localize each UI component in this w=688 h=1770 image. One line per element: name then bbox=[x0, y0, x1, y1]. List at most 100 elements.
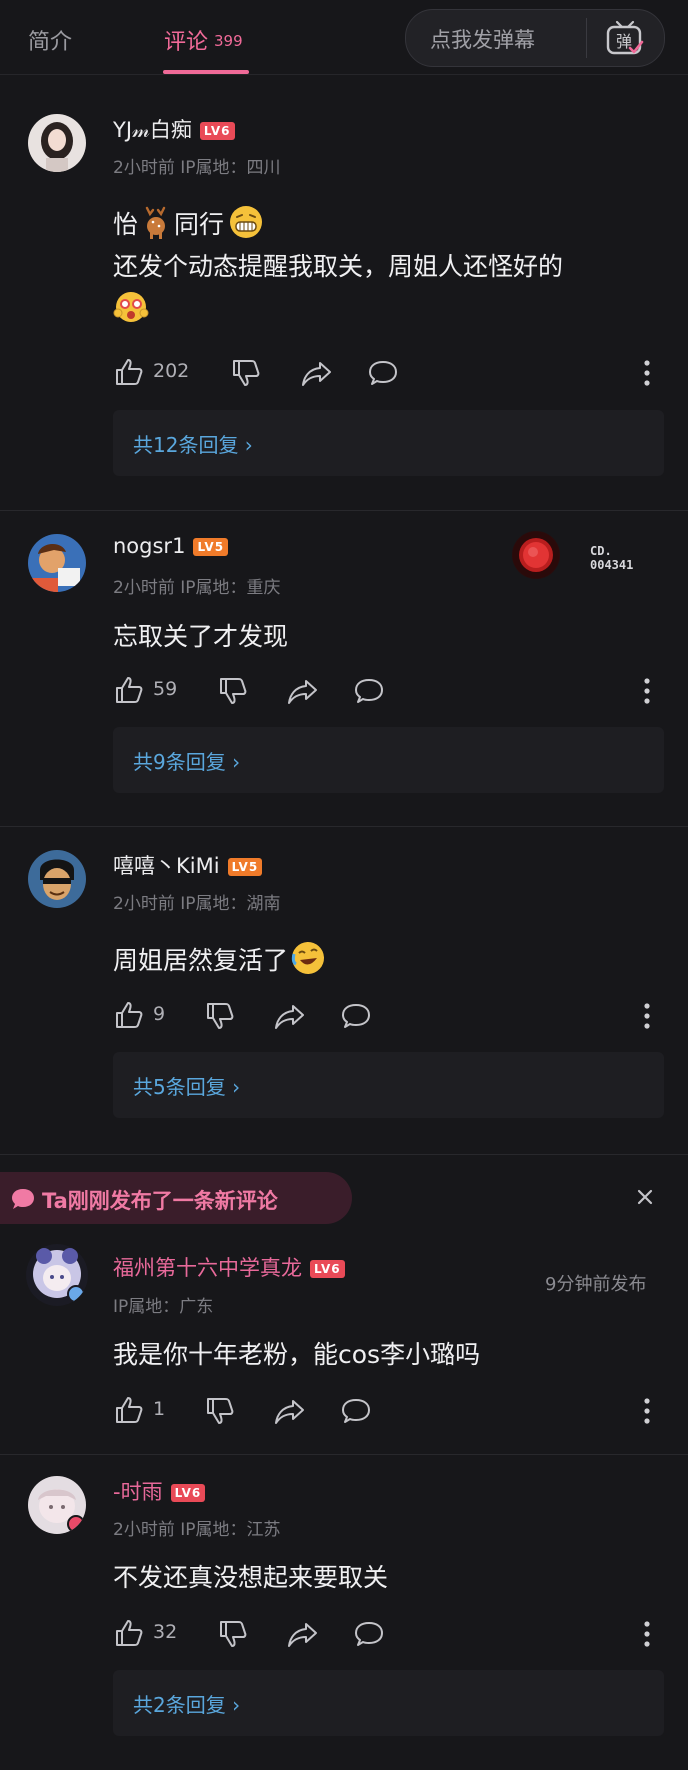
view-replies-button[interactable]: 共12条回复 › bbox=[113, 410, 664, 476]
username-text: -时雨 bbox=[113, 1480, 163, 1504]
shocked-emoji-icon bbox=[113, 292, 149, 322]
share-icon[interactable] bbox=[286, 1617, 320, 1651]
new-comment-notice[interactable]: Ta刚刚发布了一条新评论 bbox=[0, 1172, 352, 1224]
comment-content: 我是你十年老粉，能cos李小璐吗 bbox=[113, 1340, 481, 1369]
reply-icon[interactable] bbox=[353, 674, 385, 708]
badge-serial-line: 004341 bbox=[590, 558, 634, 572]
comment-actions: 9 bbox=[113, 999, 668, 1033]
level-badge: LV5 bbox=[193, 538, 229, 556]
username[interactable]: nogsr1 LV5 bbox=[113, 534, 229, 558]
active-tab-indicator bbox=[163, 70, 249, 74]
like-button[interactable]: 32 bbox=[113, 1617, 177, 1651]
like-count: 59 bbox=[153, 678, 178, 700]
comment-meta: 2小时前 IP属地：四川 bbox=[113, 158, 281, 178]
thumbs-up-icon bbox=[116, 1620, 143, 1646]
reply-icon[interactable] bbox=[340, 999, 372, 1033]
username-text: 嘻嘻丶KiMi bbox=[113, 854, 220, 878]
replies-link: 共5条回复 › bbox=[133, 1075, 241, 1099]
danmaku-placeholder: 点我发弹幕 bbox=[430, 28, 535, 52]
content-text: 还发个动态提醒我取关，周姐人还怪好的 bbox=[113, 252, 564, 281]
like-count: 32 bbox=[153, 1621, 178, 1643]
laugh-cry-emoji-icon bbox=[291, 942, 325, 974]
reply-icon[interactable] bbox=[340, 1394, 372, 1428]
view-replies-button[interactable]: 共5条回复 › bbox=[113, 1052, 664, 1118]
replies-link: 共12条回复 › bbox=[133, 433, 253, 457]
username[interactable]: YJ𝓂白痴 LV6 bbox=[113, 114, 235, 144]
view-replies-button[interactable]: 共9条回复 › bbox=[113, 727, 664, 793]
thumbs-up-icon bbox=[116, 1002, 143, 1028]
reply-icon[interactable] bbox=[367, 356, 399, 390]
notice-text: Ta刚刚发布了一条新评论 bbox=[42, 1189, 278, 1213]
username-text: YJ𝓂白痴 bbox=[113, 118, 192, 142]
more-options-icon[interactable] bbox=[640, 676, 654, 706]
view-replies-button[interactable]: 共2条回复 › bbox=[113, 1670, 664, 1736]
username[interactable]: -时雨 LV6 bbox=[113, 1476, 206, 1506]
comment-divider bbox=[0, 1454, 688, 1455]
like-button[interactable]: 9 bbox=[113, 999, 165, 1033]
level-badge: LV5 bbox=[227, 858, 263, 876]
share-icon[interactable] bbox=[286, 674, 320, 708]
more-options-icon[interactable] bbox=[640, 1396, 654, 1426]
level-badge: LV6 bbox=[170, 1484, 206, 1502]
avatar[interactable] bbox=[28, 850, 86, 908]
comment-meta: 2小时前 IP属地：江苏 bbox=[113, 1520, 281, 1540]
grin-emoji-icon bbox=[230, 206, 263, 238]
comment-actions: 1 bbox=[113, 1394, 668, 1428]
tab-comments[interactable]: 评论 399 bbox=[164, 24, 243, 56]
avatar[interactable] bbox=[28, 114, 86, 172]
replies-link: 共9条回复 › bbox=[133, 750, 241, 774]
replies-link: 共2条回复 › bbox=[133, 1693, 241, 1717]
comment-content: 忘取关了才发现 bbox=[113, 622, 289, 651]
content-text: 周姐居然复活了 bbox=[113, 946, 289, 975]
thumbs-up-icon bbox=[116, 677, 143, 703]
comment-count: 399 bbox=[214, 32, 243, 50]
like-count: 1 bbox=[153, 1398, 166, 1420]
badge-serial-line: CD. bbox=[590, 544, 612, 558]
like-button[interactable]: 1 bbox=[113, 1394, 165, 1428]
chat-bubble-icon bbox=[12, 1189, 34, 1209]
share-icon[interactable] bbox=[273, 999, 307, 1033]
comment-header: 简介 评论 399 点我发弹幕 弹 bbox=[0, 0, 688, 75]
comment-content: 怡 同行 还发个动态提醒我取关，周姐人还怪好的 bbox=[113, 204, 653, 330]
username-text: nogsr1 bbox=[113, 534, 186, 558]
comment-divider bbox=[0, 826, 688, 827]
tab-intro[interactable]: 简介 bbox=[28, 24, 72, 56]
posted-time: 9分钟前发布 bbox=[545, 1274, 647, 1295]
thumbs-down-icon[interactable] bbox=[204, 999, 236, 1033]
thumbs-down-icon[interactable] bbox=[217, 674, 249, 708]
like-count: 202 bbox=[153, 360, 190, 382]
more-options-icon[interactable] bbox=[640, 1001, 654, 1031]
level-badge: LV6 bbox=[199, 122, 235, 140]
vinyl-record-badge-icon[interactable] bbox=[512, 531, 560, 579]
thumbs-up-icon bbox=[116, 1397, 143, 1423]
share-icon[interactable] bbox=[300, 356, 334, 390]
danmaku-input[interactable]: 点我发弹幕 弹 bbox=[405, 9, 665, 67]
thumbs-down-icon[interactable] bbox=[204, 1394, 236, 1428]
more-options-icon[interactable] bbox=[640, 1619, 654, 1649]
deer-emoji-icon bbox=[145, 206, 166, 239]
danmaku-toggle-icon[interactable]: 弹 bbox=[604, 18, 646, 58]
share-icon[interactable] bbox=[273, 1394, 307, 1428]
like-button[interactable]: 59 bbox=[113, 674, 177, 708]
comment-content: 周姐居然复活了 bbox=[113, 940, 653, 982]
more-options-icon[interactable] bbox=[640, 358, 654, 388]
comment-actions: 32 bbox=[113, 1617, 668, 1651]
thumbs-down-icon[interactable] bbox=[217, 1617, 249, 1651]
comment-divider bbox=[0, 510, 688, 511]
username[interactable]: 嘻嘻丶KiMi LV5 bbox=[113, 850, 263, 880]
danmaku-divider bbox=[586, 18, 587, 58]
comment-content: 不发还真没想起来要取关 bbox=[113, 1563, 389, 1592]
avatar[interactable] bbox=[28, 1476, 86, 1534]
thumbs-down-icon[interactable] bbox=[230, 356, 262, 390]
badge-serial: CD. 004341 bbox=[590, 544, 633, 572]
avatar[interactable] bbox=[28, 534, 86, 592]
like-button[interactable]: 202 bbox=[113, 356, 189, 390]
username[interactable]: 福州第十六中学真龙 LV6 bbox=[113, 1252, 345, 1282]
close-icon[interactable] bbox=[634, 1186, 656, 1208]
avatar[interactable] bbox=[26, 1244, 88, 1306]
like-count: 9 bbox=[153, 1003, 166, 1025]
comment-meta: 2小时前 IP属地：湖南 bbox=[113, 894, 281, 914]
comment-meta: 2小时前 IP属地：重庆 bbox=[113, 578, 281, 598]
reply-icon[interactable] bbox=[353, 1617, 385, 1651]
comment-meta: IP属地：广东 bbox=[113, 1297, 214, 1317]
